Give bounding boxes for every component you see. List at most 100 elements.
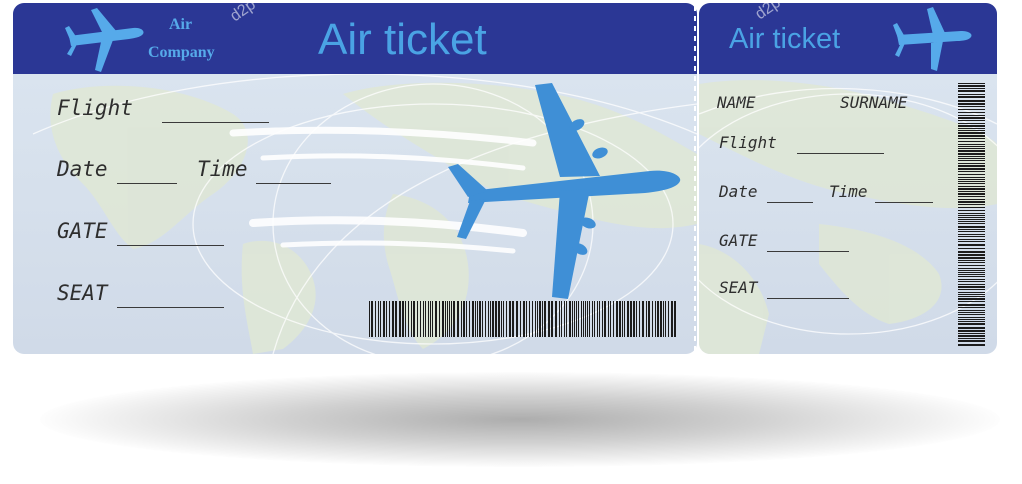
barcode-bar xyxy=(495,301,497,337)
barcode-bar xyxy=(392,301,394,337)
barcode-bar xyxy=(535,301,536,337)
barcode-bar xyxy=(958,168,985,170)
barcode-bar xyxy=(958,171,985,172)
barcode-bar xyxy=(958,226,985,228)
time-input-line xyxy=(256,183,331,184)
barcode-bar xyxy=(958,117,985,119)
barcode-bar xyxy=(561,301,562,337)
barcode-bar xyxy=(958,257,985,259)
barcode-bar xyxy=(475,301,476,337)
barcode-bar xyxy=(958,191,985,192)
barcode-bar xyxy=(958,130,985,131)
barcode-bar xyxy=(958,213,985,214)
barcode-bar xyxy=(958,179,985,180)
barcode-bar xyxy=(958,268,985,269)
flight-label: Flight xyxy=(57,96,133,120)
barcode-bar xyxy=(639,301,640,337)
barcode-bar xyxy=(439,301,440,337)
barcode-bar xyxy=(555,301,557,337)
barcode-bar xyxy=(958,272,985,273)
world-map-background xyxy=(699,80,997,354)
barcode-bar xyxy=(958,199,985,200)
barcode-bar xyxy=(958,217,985,218)
barcode-bar xyxy=(428,301,429,337)
barcode-bar xyxy=(958,323,985,325)
barcode-bar xyxy=(566,301,567,337)
barcode-bar xyxy=(449,301,450,337)
surname-label: SURNAME xyxy=(840,93,908,112)
barcode-bar xyxy=(597,301,598,337)
barcode-bar xyxy=(958,94,985,95)
barcode-bar xyxy=(958,146,985,147)
barcode-bar xyxy=(383,301,385,337)
barcode-bar xyxy=(529,301,530,337)
barcode-bar xyxy=(451,301,452,337)
barcode-bar xyxy=(958,128,985,129)
barcode-bar xyxy=(958,333,985,334)
barcode-bar xyxy=(574,301,575,337)
barcode-bar xyxy=(958,279,985,280)
barcode-bar xyxy=(602,301,603,337)
barcode-bar xyxy=(958,327,985,329)
barcode-bar xyxy=(958,120,985,121)
barcode-bar xyxy=(569,301,571,337)
barcode-bar xyxy=(488,301,489,337)
barcode-bar xyxy=(402,301,404,337)
barcode-bar xyxy=(432,301,433,337)
stub-date-label: Date xyxy=(719,182,758,201)
barcode-bar xyxy=(958,265,985,266)
barcode-bar xyxy=(413,301,415,337)
barcode-bar xyxy=(958,338,985,339)
barcode-bar xyxy=(576,301,577,337)
barcode-bar xyxy=(408,301,409,337)
barcode-bar xyxy=(633,301,635,337)
barcode-bar xyxy=(958,281,985,282)
barcode-bar xyxy=(958,103,985,105)
barcode-bar xyxy=(674,301,676,337)
barcode-bar xyxy=(958,186,985,187)
barcode-bar xyxy=(423,301,424,337)
barcode-bar xyxy=(958,141,985,142)
barcode-bar xyxy=(532,301,533,337)
barcode-bar xyxy=(646,301,647,337)
barcode-bar xyxy=(399,301,401,337)
barcode-bar xyxy=(958,196,985,197)
barcode-bar xyxy=(958,317,985,318)
barcode-bar xyxy=(958,221,985,222)
barcode-bar xyxy=(447,301,448,337)
barcode-bar xyxy=(572,301,573,337)
barcode-bar xyxy=(386,301,387,337)
ticket-main: Air Company Air ticket Flight Date Time … xyxy=(13,3,697,354)
barcode-bar xyxy=(958,144,985,145)
barcode-bar xyxy=(958,335,985,337)
barcode-bar xyxy=(665,301,666,337)
barcode-bar xyxy=(958,193,985,195)
barcode-bar xyxy=(380,301,381,337)
barcode-bar xyxy=(585,301,586,337)
ticket-stub: Air ticket NAME SURNAME Flight Date Time… xyxy=(699,3,997,354)
barcode-bar xyxy=(958,125,985,127)
barcode-bar xyxy=(523,301,525,337)
barcode-bar xyxy=(537,301,538,337)
barcode-bar xyxy=(958,330,985,332)
barcode-bar xyxy=(655,301,656,337)
barcode-bar xyxy=(958,88,985,89)
barcode-bar xyxy=(516,301,518,337)
barcode-bar xyxy=(958,109,985,110)
barcode-bar xyxy=(420,301,421,337)
barcode-bar xyxy=(958,100,985,102)
barcode-bar xyxy=(501,301,502,337)
flight-input-line xyxy=(162,122,269,123)
barcode-bar xyxy=(958,135,985,137)
stub-title: Air ticket xyxy=(729,23,841,55)
barcode-bar xyxy=(461,301,462,337)
barcode-bar xyxy=(369,301,370,337)
barcode-bar xyxy=(599,301,600,337)
barcode-bar xyxy=(482,301,483,337)
barcode-bar xyxy=(648,301,650,337)
stub-seat-label: SEAT xyxy=(719,278,758,297)
barcode-bar xyxy=(503,301,504,337)
barcode-bar xyxy=(551,301,553,337)
barcode-bar xyxy=(958,289,985,290)
stub-flight-input-line xyxy=(797,153,884,154)
